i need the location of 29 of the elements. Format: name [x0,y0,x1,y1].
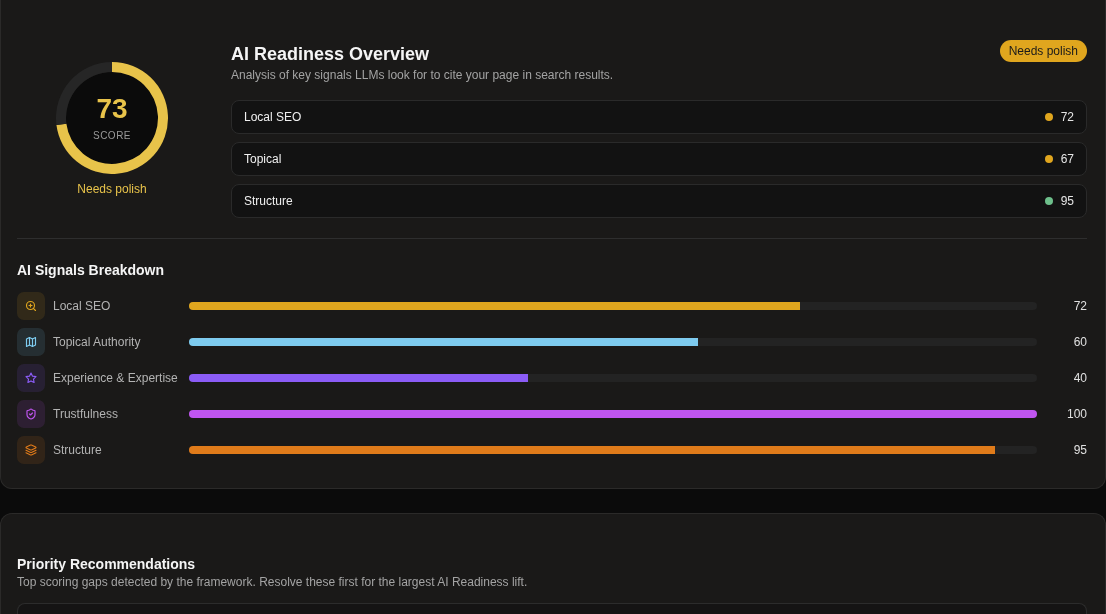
signal-score: 40 [1072,371,1087,385]
signal-label: Experience & Expertise [53,371,179,385]
signal-label: Trustfulness [53,407,119,421]
layers-icon [17,436,45,464]
score-value: 73 [96,94,128,124]
metric-label: Topical [244,152,283,166]
signal-score: 72 [1072,299,1087,313]
signal-score: 60 [1072,335,1087,349]
section-title: Priority Recommendations [17,555,197,573]
signal-score: 95 [1072,443,1087,457]
metric-score: 95 [1060,194,1074,208]
map-icon [17,328,45,356]
metric-label: Local SEO [244,110,303,124]
overview-subtitle: Analysis of key signals LLMs look for to cite your page in search results. [231,67,615,83]
metric-score: 72 [1060,110,1074,124]
signal-label: Structure [53,443,103,457]
zoom-in-icon [17,292,45,320]
signal-label: Topical Authority [53,335,142,349]
score-status: Needs polish [77,182,147,196]
score-caption: SCORE [92,130,132,142]
section-title: AI Signals Breakdown [17,261,166,279]
section-subtitle: Top scoring gaps detected by the framework. Resolve these first for the largest AI Readiness lift. [17,574,529,590]
overview-title: AI Readiness Overview [231,43,430,66]
shield-check-icon [17,400,45,428]
metric-label: Structure [244,194,294,208]
status-badge: Needs polish [999,40,1087,62]
signal-label: Local SEO [53,299,112,313]
metric-score: 67 [1060,152,1074,166]
signal-score: 100 [1065,407,1087,421]
